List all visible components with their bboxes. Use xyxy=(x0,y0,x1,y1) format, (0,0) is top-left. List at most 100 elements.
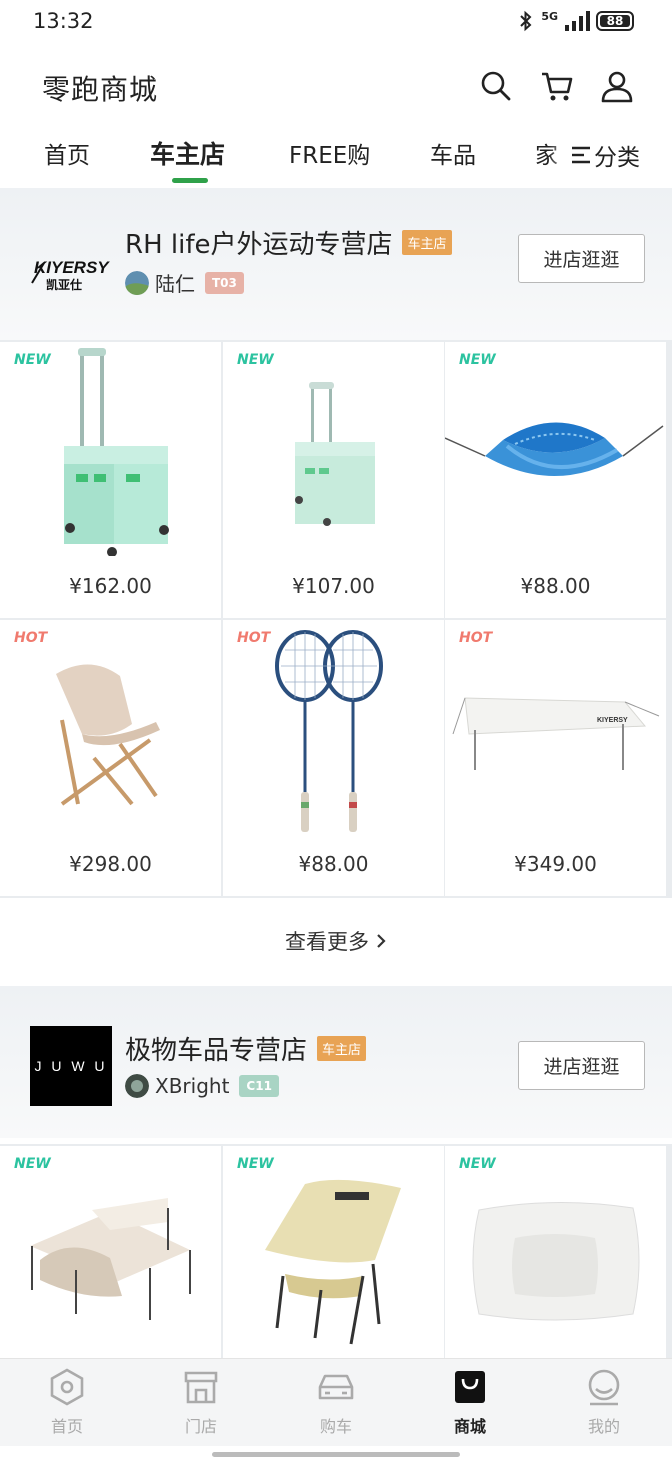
store-type-badge: 车主店 xyxy=(317,1036,367,1061)
juwu-logo-text: J U W U xyxy=(34,1058,108,1074)
nav-mine[interactable]: 我的 xyxy=(559,1367,649,1437)
owner-name: 陆仁 xyxy=(155,272,195,296)
store-icon xyxy=(184,1371,218,1404)
product-price: ¥349.00 xyxy=(514,852,597,876)
tab-car-goods[interactable]: 车品 xyxy=(430,136,476,170)
classify-button[interactable]: 分类 xyxy=(570,138,640,172)
product-card[interactable]: KIYERSY HOT ¥349.00 xyxy=(445,620,666,896)
nav-label: 首页 xyxy=(50,1417,83,1436)
store-logo[interactable]: J U W U xyxy=(30,1026,112,1106)
product-card[interactable]: NEW xyxy=(223,1146,444,1358)
store-owner: 陆仁 T03 xyxy=(125,268,244,297)
active-tab-indicator xyxy=(172,178,208,183)
store-logo[interactable]: KIYERSY 凯亚仕 xyxy=(30,234,112,314)
cart-icon[interactable] xyxy=(539,68,575,104)
store-name[interactable]: RH life户外运动专营店 xyxy=(125,224,392,261)
store-card-header: J U W U 极物车品专营店 车主店 XBright C11 进店逛逛 xyxy=(0,986,672,1138)
home-indicator[interactable] xyxy=(212,1452,460,1457)
store-name-row: RH life户外运动专营店 车主店 xyxy=(125,224,452,261)
car-icon xyxy=(318,1374,354,1400)
search-icon[interactable] xyxy=(478,68,514,104)
nav-label: 门店 xyxy=(184,1417,217,1436)
store-name[interactable]: 极物车品专营店 xyxy=(125,1030,307,1067)
store-owner: XBright C11 xyxy=(125,1074,279,1098)
app-header: 零跑商城 xyxy=(0,60,672,116)
list-icon xyxy=(572,146,590,164)
battery-level: 88 xyxy=(606,14,624,28)
shopping-bag-icon xyxy=(455,1371,485,1403)
product-price: ¥88.00 xyxy=(298,852,369,876)
view-more-button[interactable]: 查看更多 xyxy=(0,898,672,984)
network-label: 5G xyxy=(541,9,558,23)
nav-label: 我的 xyxy=(587,1417,620,1436)
hot-tag: HOT xyxy=(14,630,48,646)
nav-label: 商城 xyxy=(453,1417,486,1436)
new-tag: NEW xyxy=(459,1156,496,1172)
category-tabs: 首页 车主店 FREE购 车品 家 分类 xyxy=(0,130,672,186)
tab-home[interactable]: 首页 xyxy=(44,136,90,170)
nav-home[interactable]: 首页 xyxy=(22,1367,112,1437)
status-bar: 13:32 5G 88 xyxy=(0,0,672,44)
product-price: ¥162.00 xyxy=(69,574,152,598)
new-tag: NEW xyxy=(237,352,274,368)
nav-buy-car[interactable]: 购车 xyxy=(291,1367,381,1437)
product-price: ¥298.00 xyxy=(69,852,152,876)
avatar xyxy=(125,270,149,295)
tab-free-buy[interactable]: FREE购 xyxy=(289,136,370,170)
store-card-header: KIYERSY 凯亚仕 RH life户外运动专营店 车主店 陆仁 T03 进店… xyxy=(0,188,672,340)
nav-mall[interactable]: 商城 xyxy=(425,1367,515,1437)
hot-tag: HOT xyxy=(237,630,271,646)
product-card[interactable]: NEW ¥107.00 xyxy=(223,342,444,618)
new-tag: NEW xyxy=(14,1156,51,1172)
canopy-tent-image: KIYERSY xyxy=(452,697,660,770)
hexagon-home-icon xyxy=(50,1368,84,1406)
product-price: ¥107.00 xyxy=(292,574,375,598)
view-more-label: 查看更多 xyxy=(285,930,369,954)
tab-owner-store[interactable]: 车主店 xyxy=(150,135,225,171)
svg-text:凯亚仕: 凯亚仕 xyxy=(46,277,82,292)
signal-icon xyxy=(565,11,590,31)
owner-name: XBright xyxy=(155,1074,230,1098)
bluetooth-icon xyxy=(520,10,532,32)
owner-model-tag: T03 xyxy=(205,271,244,294)
hammock-image xyxy=(445,422,664,476)
new-tag: NEW xyxy=(459,352,496,368)
visit-store-button[interactable]: 进店逛逛 xyxy=(518,234,645,283)
pillow-image xyxy=(472,1201,640,1321)
nav-store[interactable]: 门店 xyxy=(156,1367,246,1437)
trolley-box-image xyxy=(64,348,169,556)
product-card[interactable]: HOT ¥298.00 xyxy=(0,620,221,896)
status-time: 13:32 xyxy=(33,9,94,33)
svg-text:KIYERSY: KIYERSY xyxy=(597,717,628,724)
folding-chair-image xyxy=(265,1179,401,1345)
store-type-badge: 车主店 xyxy=(402,230,452,255)
profile-icon xyxy=(588,1369,620,1406)
new-tag: NEW xyxy=(14,352,51,368)
battery-icon: 88 xyxy=(596,11,634,31)
avatar xyxy=(125,1074,149,1098)
visit-store-button[interactable]: 进店逛逛 xyxy=(518,1041,645,1090)
bottom-nav: 首页 门店 购车 商城 我的 xyxy=(0,1358,672,1446)
store-name-row: 极物车品专营店 车主店 xyxy=(125,1030,367,1067)
svg-text:KIYERSY: KIYERSY xyxy=(34,258,110,277)
nav-label: 购车 xyxy=(319,1417,352,1436)
badminton-rackets-image xyxy=(275,630,383,832)
product-price: ¥88.00 xyxy=(520,574,591,598)
product-card[interactable]: NEW ¥88.00 xyxy=(445,342,666,618)
kiyersy-logo-icon: KIYERSY 凯亚仕 xyxy=(31,258,110,292)
product-card[interactable]: HOT ¥88.00 xyxy=(223,620,444,896)
product-card[interactable]: NEW ¥162.00 xyxy=(0,342,221,618)
chevron-right-icon xyxy=(377,934,386,948)
product-card[interactable]: NEW xyxy=(445,1146,666,1358)
awning-tent-image xyxy=(30,1198,191,1320)
product-grid: NEW NEW NEW xyxy=(0,1144,672,1358)
product-grid: NEW ¥162.00 NEW ¥107.00 NEW ¥88.00 HOT ¥… xyxy=(0,340,672,898)
product-card[interactable]: NEW xyxy=(0,1146,221,1358)
user-icon[interactable] xyxy=(599,68,635,104)
owner-model-tag: C11 xyxy=(239,1075,279,1097)
classify-label: 分类 xyxy=(594,145,640,171)
new-tag: NEW xyxy=(237,1156,274,1172)
hot-tag: HOT xyxy=(459,630,493,646)
trolley-box-image xyxy=(295,382,375,526)
status-icons: 5G 88 xyxy=(517,10,634,32)
